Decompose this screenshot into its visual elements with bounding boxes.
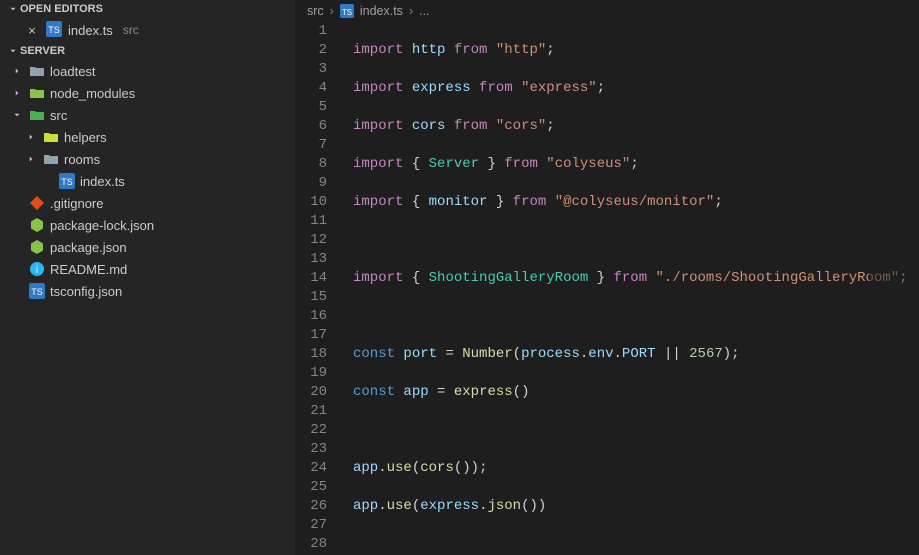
line-number: 13	[295, 250, 327, 269]
explorer-label: SERVER	[20, 45, 65, 57]
line-number: 1	[295, 22, 327, 41]
line-number-gutter: 1234567891011121314151617181920212223242…	[295, 22, 345, 555]
line-number: 14	[295, 269, 327, 288]
git-icon	[28, 195, 46, 211]
nodejs-icon	[28, 239, 46, 255]
close-icon[interactable]: ×	[24, 23, 40, 38]
open-editor-filename: index.ts	[68, 23, 113, 38]
tree-label: rooms	[64, 152, 100, 167]
open-editor-path: src	[123, 23, 139, 37]
line-number: 3	[295, 60, 327, 79]
tree-label: index.ts	[80, 174, 125, 189]
chevron-right-icon: ›	[409, 4, 413, 18]
chevron-down-icon	[6, 46, 20, 56]
tree-folder-rooms[interactable]: rooms	[0, 148, 295, 170]
ts-config-icon: TS	[28, 283, 46, 299]
open-editors-header[interactable]: OPEN EDITORS	[0, 0, 295, 18]
explorer-header[interactable]: SERVER	[0, 42, 295, 60]
line-number: 12	[295, 231, 327, 250]
folder-node-icon	[28, 86, 46, 100]
line-number: 23	[295, 440, 327, 459]
line-number: 16	[295, 307, 327, 326]
line-number: 15	[295, 288, 327, 307]
line-number: 24	[295, 459, 327, 478]
folder-icon	[28, 64, 46, 78]
tree-file-package-json[interactable]: package.json	[0, 236, 295, 258]
line-number: 17	[295, 326, 327, 345]
tree-file-package-lock[interactable]: package-lock.json	[0, 214, 295, 236]
chevron-right-icon: ›	[330, 4, 334, 18]
breadcrumb-segment[interactable]: ...	[419, 4, 429, 18]
line-number: 27	[295, 516, 327, 535]
tree-folder-loadtest[interactable]: loadtest	[0, 60, 295, 82]
line-number: 19	[295, 364, 327, 383]
ts-file-icon: TS	[58, 173, 76, 189]
tree-file-readme[interactable]: i README.md	[0, 258, 295, 280]
line-number: 5	[295, 98, 327, 117]
chevron-down-icon	[10, 110, 24, 120]
folder-icon	[42, 152, 60, 166]
tree-label: src	[50, 108, 67, 123]
line-number: 7	[295, 136, 327, 155]
line-number: 28	[295, 535, 327, 554]
line-number: 18	[295, 345, 327, 364]
ts-file-icon: TS	[340, 4, 354, 18]
breadcrumb-segment[interactable]: index.ts	[360, 4, 403, 18]
folder-helpers-icon	[42, 130, 60, 144]
breadcrumb-segment[interactable]: src	[307, 4, 324, 18]
chevron-right-icon	[10, 88, 24, 98]
tree-label: README.md	[50, 262, 127, 277]
tree-folder-node-modules[interactable]: node_modules	[0, 82, 295, 104]
tree-label: package-lock.json	[50, 218, 154, 233]
tree-label: tsconfig.json	[50, 284, 122, 299]
svg-text:TS: TS	[342, 8, 352, 17]
line-number: 8	[295, 155, 327, 174]
tree-file-gitignore[interactable]: .gitignore	[0, 192, 295, 214]
line-number: 22	[295, 421, 327, 440]
folder-src-icon	[28, 108, 46, 122]
code-editor[interactable]: 1234567891011121314151617181920212223242…	[295, 22, 919, 555]
line-number: 20	[295, 383, 327, 402]
svg-text:TS: TS	[48, 25, 60, 35]
open-editor-tab[interactable]: × TS index.ts src	[0, 18, 295, 42]
nodejs-icon	[28, 217, 46, 233]
tree-folder-src[interactable]: src	[0, 104, 295, 126]
chevron-right-icon	[10, 66, 24, 76]
sidebar: OPEN EDITORS × TS index.ts src SERVER lo…	[0, 0, 295, 555]
line-number: 9	[295, 174, 327, 193]
minimap[interactable]	[869, 22, 919, 555]
chevron-down-icon	[6, 4, 20, 14]
ts-file-icon: TS	[46, 21, 62, 40]
tree-label: loadtest	[50, 64, 96, 79]
tree-label: node_modules	[50, 86, 135, 101]
chevron-right-icon	[24, 154, 38, 164]
info-icon: i	[28, 261, 46, 277]
open-editors-label: OPEN EDITORS	[20, 3, 103, 15]
breadcrumb[interactable]: src › TS index.ts › ...	[295, 0, 919, 22]
line-number: 6	[295, 117, 327, 136]
line-number: 2	[295, 41, 327, 60]
line-number: 21	[295, 402, 327, 421]
line-number: 11	[295, 212, 327, 231]
svg-text:TS: TS	[61, 177, 73, 187]
tree-label: package.json	[50, 240, 127, 255]
svg-text:TS: TS	[31, 287, 43, 297]
editor-pane: src › TS index.ts › ... 1234567891011121…	[295, 0, 919, 555]
tree-label: .gitignore	[50, 196, 103, 211]
line-number: 26	[295, 497, 327, 516]
line-number: 4	[295, 79, 327, 98]
tree-folder-helpers[interactable]: helpers	[0, 126, 295, 148]
line-number: 10	[295, 193, 327, 212]
line-number: 25	[295, 478, 327, 497]
tree-file-index-ts[interactable]: TS index.ts	[0, 170, 295, 192]
chevron-right-icon	[24, 132, 38, 142]
tree-label: helpers	[64, 130, 107, 145]
svg-text:i: i	[36, 265, 38, 276]
tree-file-tsconfig[interactable]: TS tsconfig.json	[0, 280, 295, 302]
code-lines[interactable]: import http from "http"; import express …	[345, 22, 919, 555]
